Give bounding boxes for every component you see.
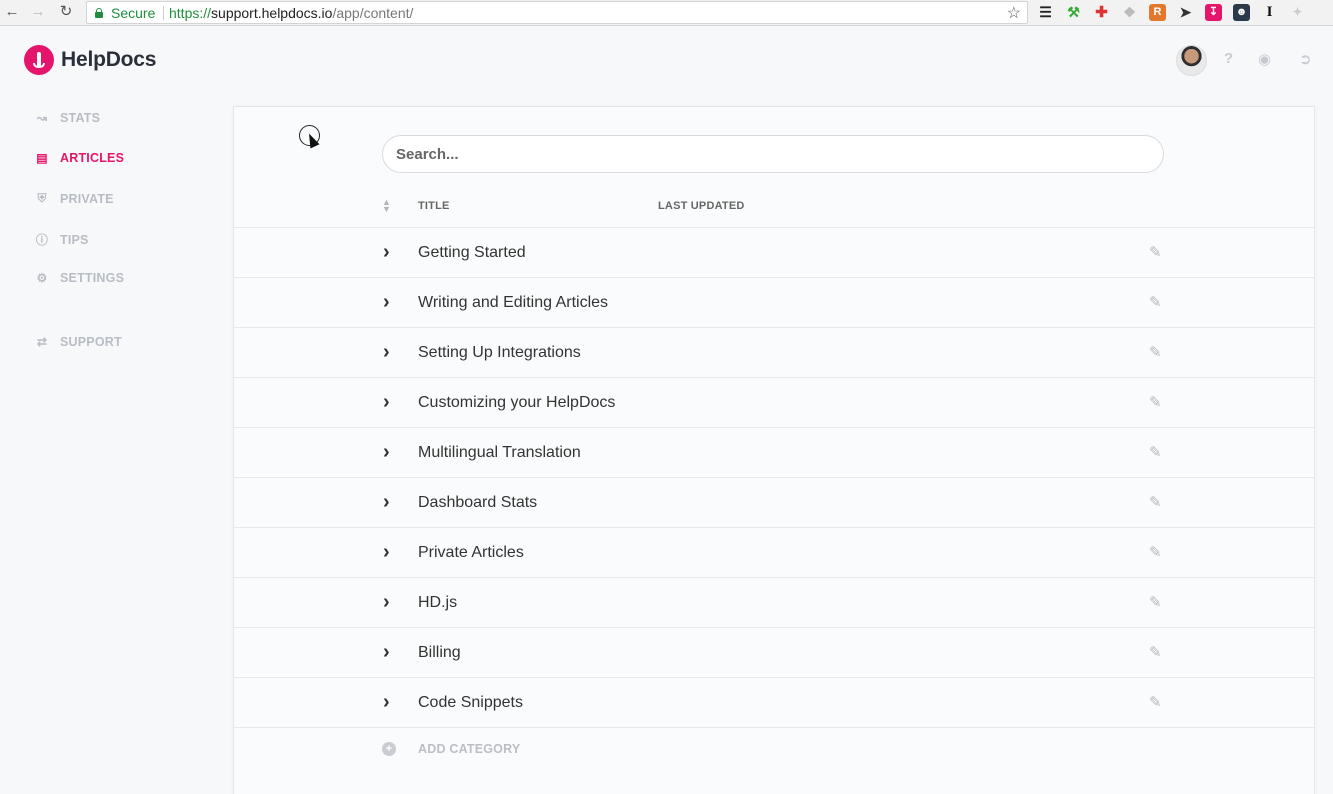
eye-icon[interactable]: ◉	[1258, 50, 1271, 68]
url-text: https://support.helpdocs.io/app/content/	[169, 5, 413, 21]
rocket-icon[interactable]: ➤	[1177, 4, 1194, 21]
chevron-right-icon[interactable]: ›	[383, 241, 390, 263]
column-header-last-updated[interactable]: LAST UPDATED	[658, 200, 745, 212]
category-title[interactable]: Private Articles	[418, 544, 524, 562]
url-path: /app/content/	[332, 5, 414, 21]
puzzle-icon[interactable]: ❖	[1121, 4, 1138, 21]
add-category-button[interactable]: + ADD CATEGORY	[382, 742, 520, 756]
i-extension-icon[interactable]: I	[1261, 4, 1278, 21]
chevron-right-icon[interactable]: ›	[383, 291, 390, 313]
brand-name: HelpDocs	[61, 48, 157, 71]
sidebar-item-label: SETTINGS	[60, 271, 125, 285]
add-category-label: ADD CATEGORY	[418, 742, 521, 756]
category-row[interactable]: › Writing and Editing Articles ✎	[234, 278, 1314, 328]
info-icon: ⓘ	[35, 233, 49, 247]
forward-arrow-icon[interactable]: →	[30, 4, 46, 20]
url-separator	[163, 6, 164, 20]
shuffle-icon: ⇄	[36, 335, 48, 349]
chevron-right-icon[interactable]: ›	[383, 641, 390, 663]
column-header-title[interactable]: TITLE	[418, 200, 450, 212]
document-icon: ▤	[36, 151, 48, 165]
chevron-right-icon[interactable]: ›	[383, 441, 390, 463]
chevron-right-icon[interactable]: ›	[383, 691, 390, 713]
sidebar-item-support[interactable]: ⇄ SUPPORT	[34, 335, 122, 349]
search-input[interactable]	[382, 135, 1164, 173]
chevron-right-icon[interactable]: ›	[383, 491, 390, 513]
pencil-icon[interactable]: ✎	[1149, 593, 1162, 611]
sidebar-item-label: ARTICLES	[60, 151, 125, 165]
sort-icon[interactable]: ▲ ▼	[382, 198, 391, 214]
category-row[interactable]: › Dashboard Stats ✎	[234, 478, 1314, 528]
tool-icon[interactable]: ⚒	[1065, 4, 1082, 21]
sidebar-item-private[interactable]: ⛨ PRIVATE	[34, 191, 114, 206]
url-scheme: https://	[169, 5, 212, 21]
category-row[interactable]: › Billing ✎	[234, 628, 1314, 678]
gear-icon: ⚙	[36, 271, 48, 285]
url-host: support.helpdocs.io	[211, 5, 333, 21]
pencil-icon[interactable]: ✎	[1149, 293, 1162, 311]
sign-out-icon[interactable]: ➲	[1299, 50, 1312, 68]
category-title[interactable]: Multilingual Translation	[418, 444, 581, 462]
helpdocs-logo[interactable]: HelpDocs	[24, 45, 156, 75]
category-title[interactable]: Code Snippets	[418, 694, 523, 712]
helpdocs-logo-mark-icon	[24, 45, 54, 75]
sidebar-item-stats[interactable]: ↝ STATS	[34, 111, 100, 125]
pencil-icon[interactable]: ✎	[1149, 693, 1162, 711]
category-title[interactable]: HD.js	[418, 594, 457, 612]
medical-cross-icon[interactable]: ✚	[1093, 4, 1110, 21]
layers-icon[interactable]: ☰	[1037, 4, 1054, 21]
category-row[interactable]: › Setting Up Integrations ✎	[234, 328, 1314, 378]
chevron-right-icon[interactable]: ›	[383, 341, 390, 363]
pencil-icon[interactable]: ✎	[1149, 343, 1162, 361]
bird-icon[interactable]: ✦	[1289, 4, 1306, 21]
category-title[interactable]: Billing	[418, 644, 461, 662]
pencil-icon[interactable]: ✎	[1149, 543, 1162, 561]
question-icon[interactable]: ?	[1224, 50, 1233, 67]
r-extension-icon[interactable]: R	[1149, 4, 1166, 21]
address-bar[interactable]: Secure https://support.helpdocs.io/app/c…	[86, 1, 1028, 24]
category-row[interactable]: › Private Articles ✎	[234, 528, 1314, 578]
chevron-right-icon[interactable]: ›	[383, 391, 390, 413]
sidebar-item-articles[interactable]: ▤ ARTICLES	[34, 151, 124, 165]
chevron-right-icon[interactable]: ›	[383, 541, 390, 563]
pencil-icon[interactable]: ✎	[1149, 393, 1162, 411]
category-title[interactable]: Customizing your HelpDocs	[418, 394, 615, 412]
category-row[interactable]: › Customizing your HelpDocs ✎	[234, 378, 1314, 428]
pencil-icon[interactable]: ✎	[1149, 493, 1162, 511]
lock-icon	[95, 8, 103, 18]
sidebar-item-label: PRIVATE	[60, 191, 114, 206]
category-title[interactable]: Dashboard Stats	[418, 494, 537, 512]
sidebar-item-settings[interactable]: ⚙ SETTINGS	[34, 271, 124, 285]
back-arrow-icon[interactable]: ←	[4, 4, 20, 20]
category-row[interactable]: › HD.js ✎	[234, 578, 1314, 628]
category-title[interactable]: Writing and Editing Articles	[418, 294, 608, 312]
content-panel: ▲▼ TITLE LAST UPDATED › Getting Started …	[233, 106, 1315, 794]
sidebar-item-label: TIPS	[60, 232, 89, 247]
sidebar-item-label: STATS	[60, 111, 101, 125]
chevron-right-icon[interactable]: ›	[383, 591, 390, 613]
sidebar-item-label: SUPPORT	[60, 335, 122, 349]
bookmark-star-icon[interactable]: ☆	[1007, 3, 1021, 23]
reload-icon[interactable]: ↻	[58, 4, 74, 20]
pencil-icon[interactable]: ✎	[1149, 443, 1162, 461]
browser-toolbar: ← → ↻ Secure https://support.helpdocs.io…	[0, 0, 1333, 26]
sidebar-item-tips[interactable]: ⓘ TIPS	[34, 231, 89, 248]
secure-label: Secure	[111, 5, 156, 21]
category-title[interactable]: Setting Up Integrations	[418, 344, 581, 362]
shield-icon: ⛨	[37, 191, 47, 205]
category-title[interactable]: Getting Started	[418, 244, 526, 262]
line-chart-icon: ↝	[36, 111, 48, 125]
category-row[interactable]: › Code Snippets ✎	[234, 678, 1314, 728]
pocket-icon[interactable]: ↧	[1205, 4, 1222, 21]
plus-circle-icon: +	[382, 742, 396, 756]
pencil-icon[interactable]: ✎	[1149, 643, 1162, 661]
category-row[interactable]: › Getting Started ✎	[234, 228, 1314, 278]
category-row[interactable]: › Multilingual Translation ✎	[234, 428, 1314, 478]
user-avatar[interactable]	[1176, 45, 1207, 76]
pencil-icon[interactable]: ✎	[1149, 243, 1162, 261]
robot-icon[interactable]: ☻	[1233, 4, 1250, 21]
